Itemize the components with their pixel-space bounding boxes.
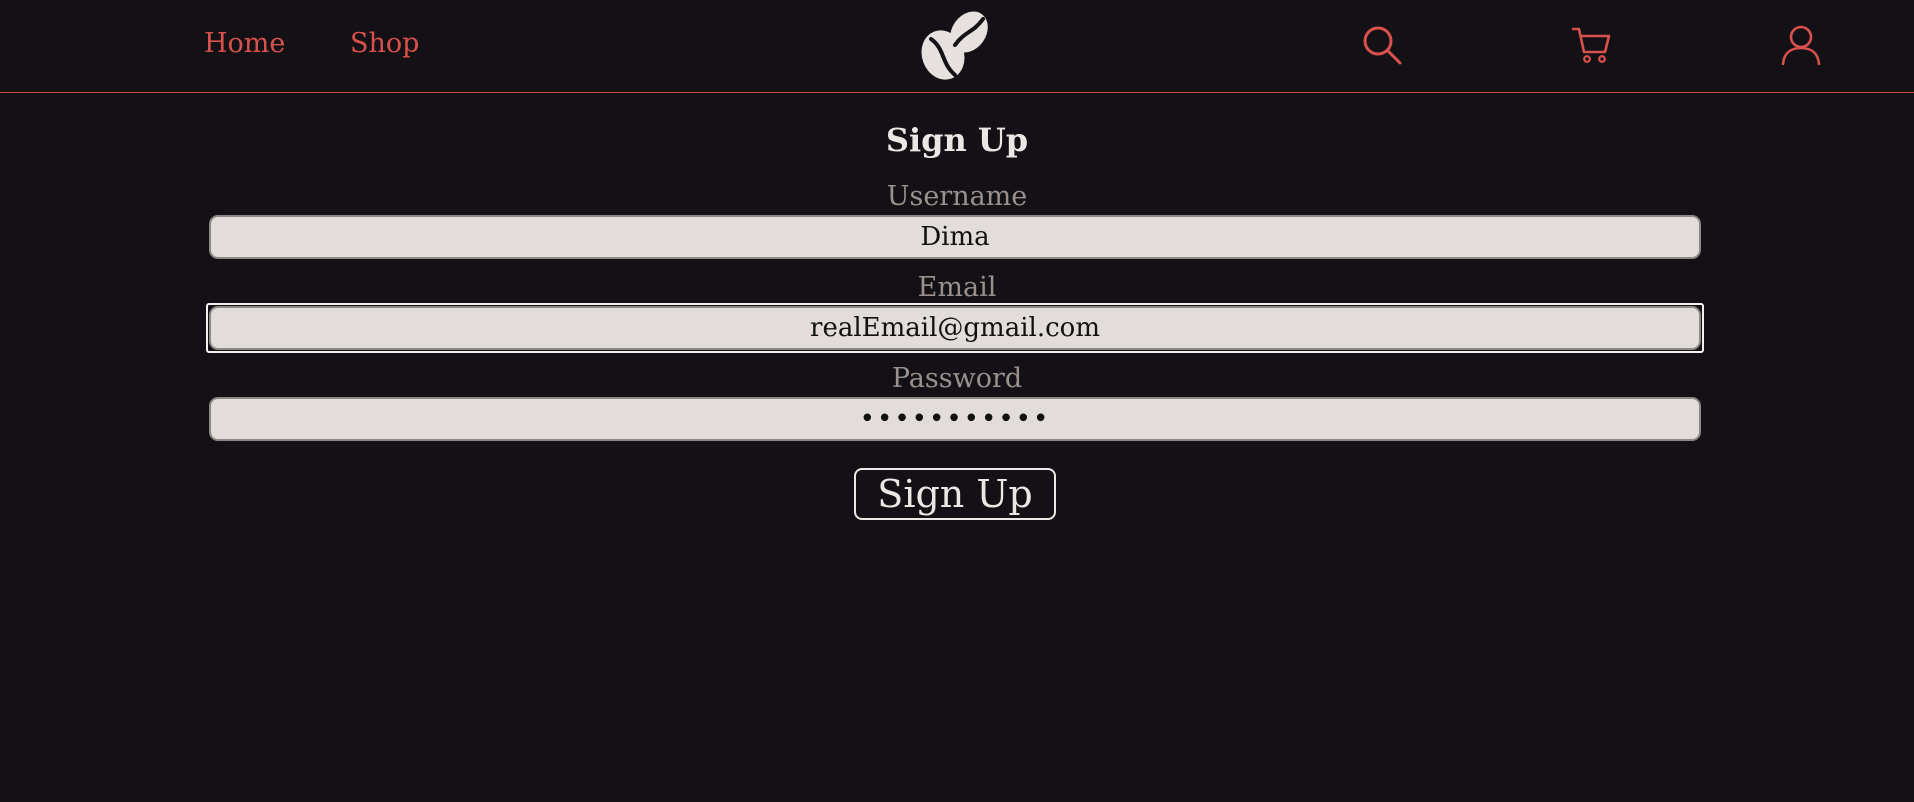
site-header: Home Shop <box>0 0 1914 93</box>
cart-icon[interactable] <box>1570 24 1612 66</box>
user-icon[interactable] <box>1780 24 1822 66</box>
email-field[interactable] <box>209 306 1701 350</box>
email-label: Email <box>917 272 997 303</box>
search-icon[interactable] <box>1361 24 1403 66</box>
username-label: Username <box>886 181 1028 212</box>
password-label: Password <box>891 363 1023 394</box>
signup-button[interactable]: Sign Up <box>854 468 1056 520</box>
username-field[interactable] <box>209 215 1701 259</box>
nav-shop-link[interactable]: Shop <box>350 26 419 62</box>
coffee-beans-logo[interactable] <box>915 5 995 85</box>
nav-home-link[interactable]: Home <box>204 26 285 62</box>
password-field[interactable] <box>209 397 1701 441</box>
signup-title: Sign Up <box>885 121 1029 159</box>
